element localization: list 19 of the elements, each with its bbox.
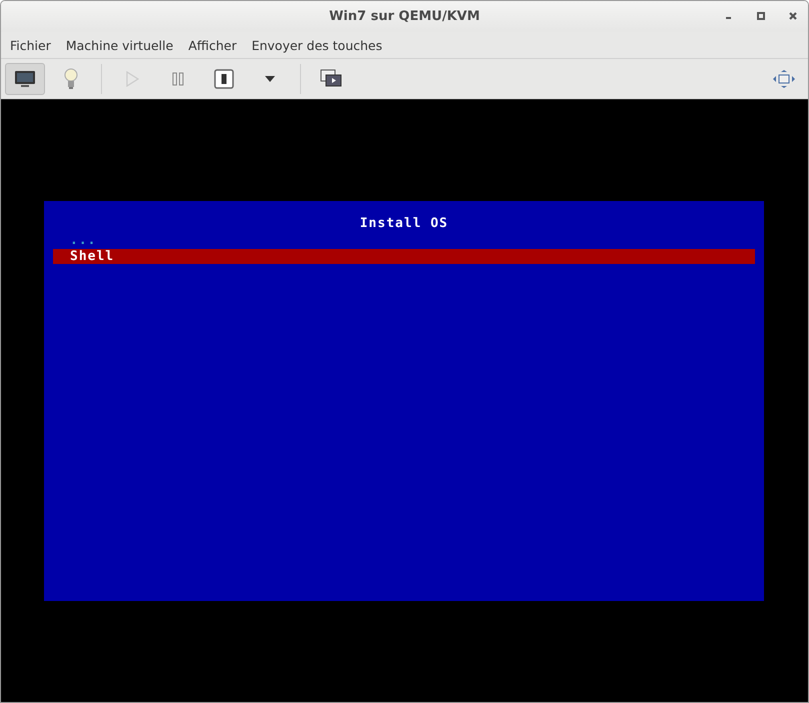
display-icon [14, 70, 36, 88]
menu-item[interactable]: Envoyer des touches [252, 38, 382, 52]
fullscreen-icon [772, 69, 796, 89]
close-icon[interactable] [788, 11, 798, 21]
caret-icon [265, 76, 275, 82]
pause-icon [171, 72, 185, 86]
boot-menu-item[interactable]: ... [53, 233, 755, 248]
menu-item[interactable]: Afficher [188, 38, 237, 52]
lightbulb-icon [63, 68, 79, 90]
menu-item[interactable]: Fichier [10, 38, 51, 52]
boot-menu-title: Install OS [358, 215, 450, 232]
switch-icon [214, 69, 234, 89]
display-button[interactable] [5, 63, 45, 95]
menu-item[interactable]: Machine virtuelle [66, 38, 174, 52]
window-title: Win7 sur QEMU/KVM [329, 9, 480, 24]
monitors-icon [320, 69, 342, 89]
play-icon [125, 71, 139, 87]
maximize-icon[interactable] [756, 11, 766, 21]
boot-menu-item[interactable]: Shell [53, 249, 755, 264]
